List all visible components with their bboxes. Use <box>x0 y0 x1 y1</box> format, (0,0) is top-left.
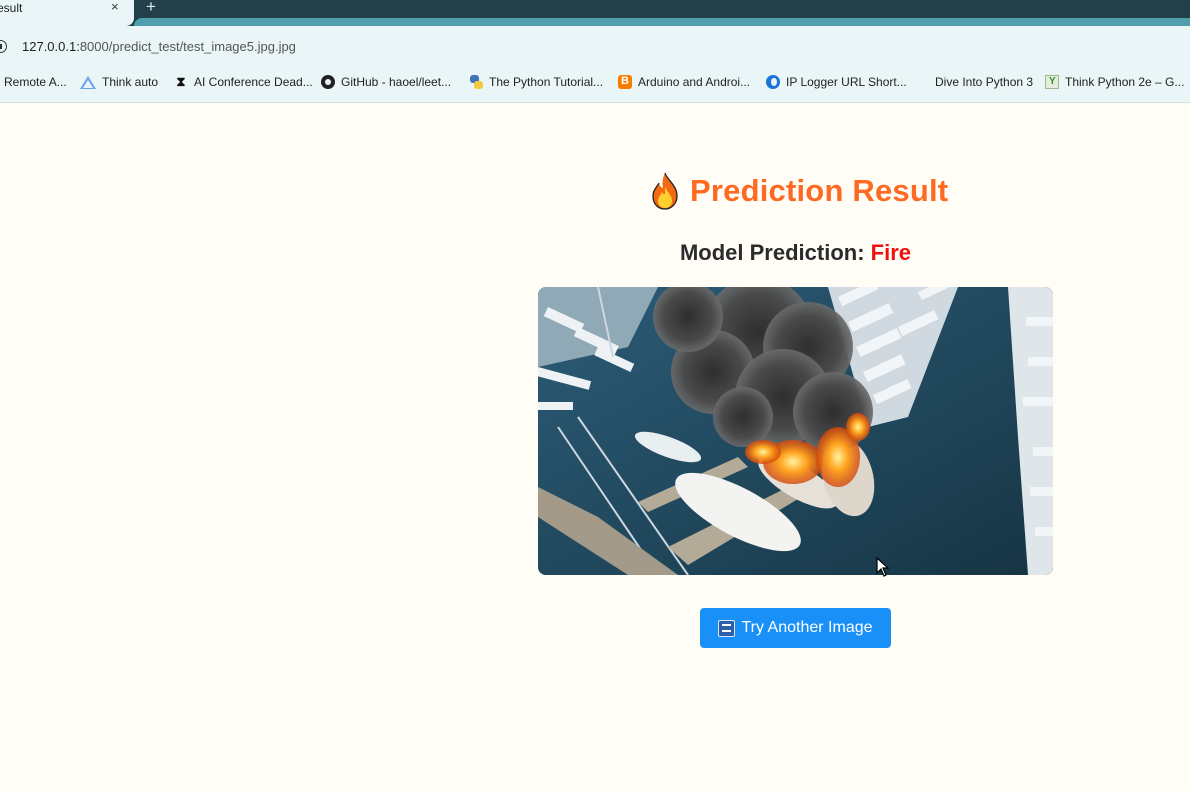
iplogger-icon <box>766 75 780 89</box>
fire-icon <box>652 172 678 210</box>
close-icon[interactable]: × <box>111 0 119 15</box>
bookmark-label: Remote A... <box>4 75 67 89</box>
bookmarks-bar: Remote A... Think auto ⧗ AI Conference D… <box>0 64 1190 103</box>
tab-title: esult <box>0 1 23 15</box>
prediction-value: Fire <box>870 240 912 265</box>
try-another-image-label: Try Another Image <box>741 619 873 636</box>
uploaded-image <box>538 287 1053 575</box>
back-icon <box>718 619 736 637</box>
new-tab-icon[interactable]: + <box>146 0 156 17</box>
mouse-cursor-icon <box>876 557 890 577</box>
hourglass-icon: ⧗ <box>176 74 186 89</box>
python-icon <box>469 75 483 89</box>
bookmark-label: Think auto <box>102 75 159 89</box>
triangle-icon <box>80 75 96 89</box>
page-title: Prediction Result <box>650 172 948 210</box>
url-field[interactable]: 127.0.0.1:8000/predict_test/test_image5.… <box>22 39 296 54</box>
bookmark-label: AI Conference Dead... <box>194 75 313 89</box>
address-bar[interactable]: 127.0.0.1:8000/predict_test/test_image5.… <box>0 26 1190 64</box>
bookmark-think-auto[interactable]: Think auto <box>80 75 158 89</box>
bookmark-label: Think Python 2e – G... <box>1065 75 1185 89</box>
url-host: 127.0.0.1: <box>22 39 80 54</box>
site-info-icon[interactable] <box>0 40 7 53</box>
blogger-icon <box>618 75 632 89</box>
bookmark-github[interactable]: GitHub - haoel/leet... <box>321 75 451 89</box>
prediction-line: Model Prediction: Fire <box>538 240 1053 266</box>
bookmark-remote[interactable]: Remote A... <box>4 75 67 89</box>
github-icon <box>321 75 335 89</box>
bookmark-arduino[interactable]: Arduino and Androi... <box>618 75 750 89</box>
heading-text: Prediction Result <box>690 173 949 208</box>
bookmark-label: Dive Into Python 3 <box>935 75 1034 89</box>
bookmark-think-python[interactable]: Think Python 2e – G... <box>1045 75 1184 89</box>
bookmark-label: IP Logger URL Short... <box>786 75 907 89</box>
tab-bar: esult × + <box>0 0 1190 26</box>
bookmark-ai-conference[interactable]: ⧗ AI Conference Dead... <box>174 74 313 90</box>
bookmark-label: Arduino and Androi... <box>638 75 751 89</box>
thinkpython-icon <box>1045 75 1059 89</box>
bookmark-dive-into-python[interactable]: Dive Into Python 3 <box>935 75 1033 89</box>
marina-fire-photo <box>538 287 1053 575</box>
try-another-image-button[interactable]: Try Another Image <box>700 608 891 648</box>
tab-strip <box>134 18 1190 26</box>
bookmark-label: GitHub - haoel/leet... <box>341 75 452 89</box>
bookmark-ip-logger[interactable]: IP Logger URL Short... <box>766 75 907 89</box>
bookmark-label: The Python Tutorial... <box>489 75 604 89</box>
active-tab[interactable]: esult × <box>0 0 134 26</box>
url-path: 8000/predict_test/test_image5.jpg.jpg <box>79 39 296 54</box>
bookmark-python-tutorial[interactable]: The Python Tutorial... <box>469 75 603 89</box>
prediction-label: Model Prediction: <box>679 240 871 265</box>
